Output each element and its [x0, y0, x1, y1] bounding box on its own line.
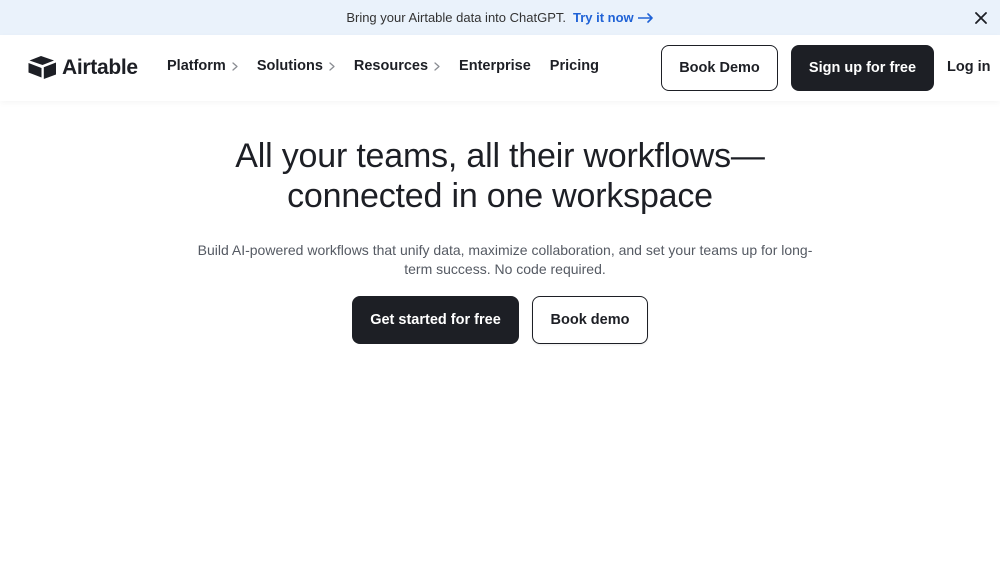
- get-started-button[interactable]: Get started for free: [352, 296, 519, 344]
- site-header: Airtable Platform Solutions Resources En…: [0, 35, 1000, 101]
- hero-book-demo-button[interactable]: Book demo: [532, 296, 648, 344]
- announcement-banner: Bring your Airtable data into ChatGPT. T…: [0, 0, 1000, 35]
- hero-cta-row: Get started for free Book demo: [0, 296, 1000, 344]
- hero-title-line-1: All your teams, all their workflows—: [235, 137, 765, 175]
- nav-item-label: Platform: [167, 58, 226, 74]
- book-demo-button[interactable]: Book Demo: [661, 45, 778, 91]
- banner-text: Bring your Airtable data into ChatGPT.: [346, 10, 566, 25]
- nav-item-platform[interactable]: Platform: [167, 58, 238, 74]
- chevron-right-icon: [329, 61, 335, 71]
- arrow-right-icon: [637, 12, 653, 23]
- nav-item-solutions[interactable]: Solutions: [257, 58, 335, 74]
- airtable-logo-icon: [28, 56, 56, 79]
- nav-item-label: Enterprise: [459, 58, 531, 74]
- banner-close-button[interactable]: [972, 9, 990, 27]
- nav-item-label: Pricing: [549, 58, 599, 74]
- nav-item-enterprise[interactable]: Enterprise: [459, 58, 531, 74]
- banner-try-it-now-link[interactable]: Try it now: [573, 10, 654, 25]
- hero-subtitle: Build AI-powered workflows that unify da…: [197, 242, 813, 277]
- chevron-right-icon: [232, 61, 238, 71]
- hero-title: All your teams, all their workflows— con…: [0, 136, 1000, 216]
- sign-up-button[interactable]: Sign up for free: [791, 45, 934, 91]
- log-in-link[interactable]: Log in: [947, 59, 991, 75]
- nav-item-label: Solutions: [256, 58, 323, 74]
- nav-item-pricing[interactable]: Pricing: [550, 58, 599, 74]
- chevron-right-icon: [434, 61, 440, 71]
- main-nav: Platform Solutions Resources Enterprise …: [167, 58, 618, 74]
- close-icon: [975, 12, 987, 24]
- airtable-logo[interactable]: Airtable: [28, 55, 138, 80]
- nav-item-resources[interactable]: Resources: [354, 58, 440, 74]
- logo-text: Airtable: [62, 55, 138, 79]
- nav-item-label: Resources: [353, 58, 429, 74]
- hero-title-line-2: connected in one workspace: [287, 177, 713, 215]
- banner-link-label: Try it now: [573, 10, 634, 25]
